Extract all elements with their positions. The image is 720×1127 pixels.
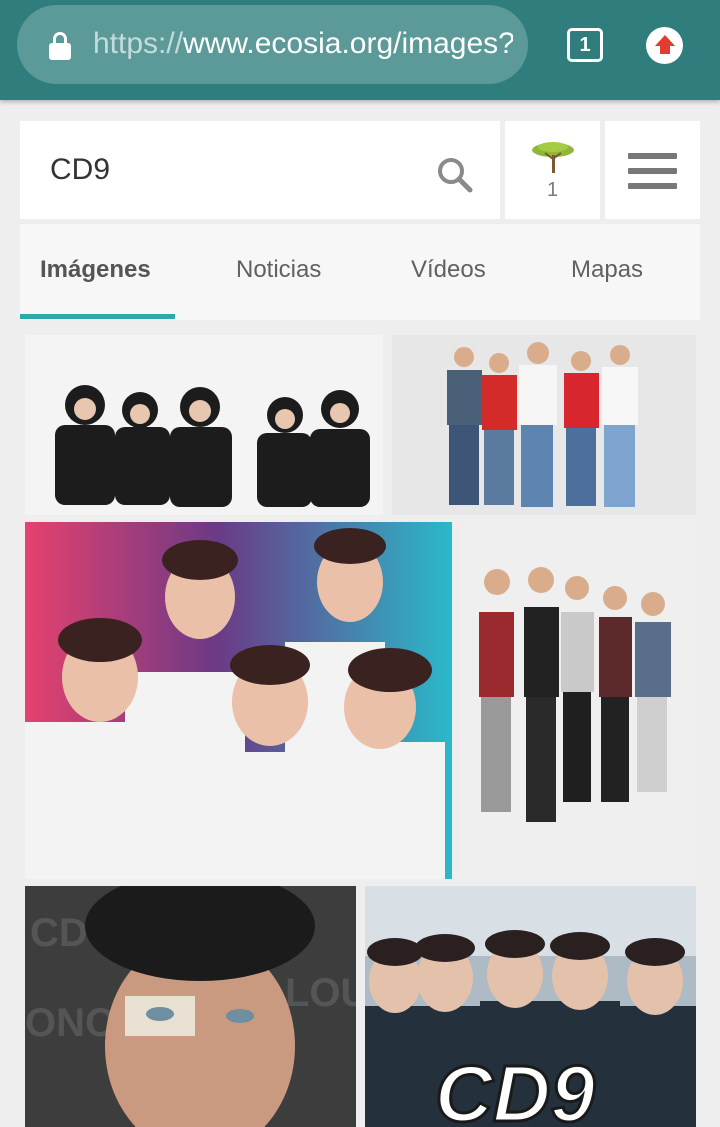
search-tabs: Imágenes Noticias Vídeos Mapas <box>20 224 700 320</box>
image-result-1[interactable] <box>25 335 383 515</box>
tree-icon <box>532 142 574 173</box>
svg-text:ONO: ONO <box>25 1001 116 1045</box>
hamburger-menu-icon[interactable] <box>605 121 700 219</box>
search-input[interactable]: CD9 <box>20 121 500 219</box>
tabs-icon[interactable]: 1 <box>567 28 603 62</box>
image-result-5[interactable]: CD ONO LOU <box>25 886 356 1127</box>
url-scheme: https:// <box>93 27 184 60</box>
url-host: www.ecosia.org/images?q=CD9 <box>183 27 513 60</box>
address-bar[interactable]: https://www.ecosia.org/images?q=CD9 <box>17 5 528 84</box>
image-result-2[interactable] <box>392 335 696 515</box>
lock-icon <box>49 32 71 60</box>
browser-toolbar: https://www.ecosia.org/images?q=CD9 1 <box>0 0 720 100</box>
upload-icon[interactable] <box>646 27 683 64</box>
tab-images[interactable]: Imágenes <box>40 256 151 284</box>
search-query: CD9 <box>50 153 111 186</box>
image-result-3[interactable] <box>25 522 452 879</box>
tab-videos[interactable]: Vídeos <box>411 256 486 284</box>
active-tab-indicator <box>20 314 175 319</box>
svg-text:CD: CD <box>30 911 88 955</box>
tree-counter[interactable]: 1 <box>505 121 600 219</box>
image-result-4[interactable] <box>459 522 696 879</box>
tab-count: 1 <box>579 33 591 56</box>
svg-text:LOU: LOU <box>285 971 356 1015</box>
image-result-6[interactable]: CD9 <box>365 886 696 1127</box>
url-text[interactable]: https://www.ecosia.org/images?q=CD9 <box>93 27 513 67</box>
tree-count: 1 <box>546 179 559 201</box>
search-icon[interactable] <box>436 156 476 196</box>
tab-maps[interactable]: Mapas <box>571 256 643 284</box>
tab-news[interactable]: Noticias <box>236 256 321 284</box>
poster-logo-text: CD9 <box>435 1049 596 1127</box>
